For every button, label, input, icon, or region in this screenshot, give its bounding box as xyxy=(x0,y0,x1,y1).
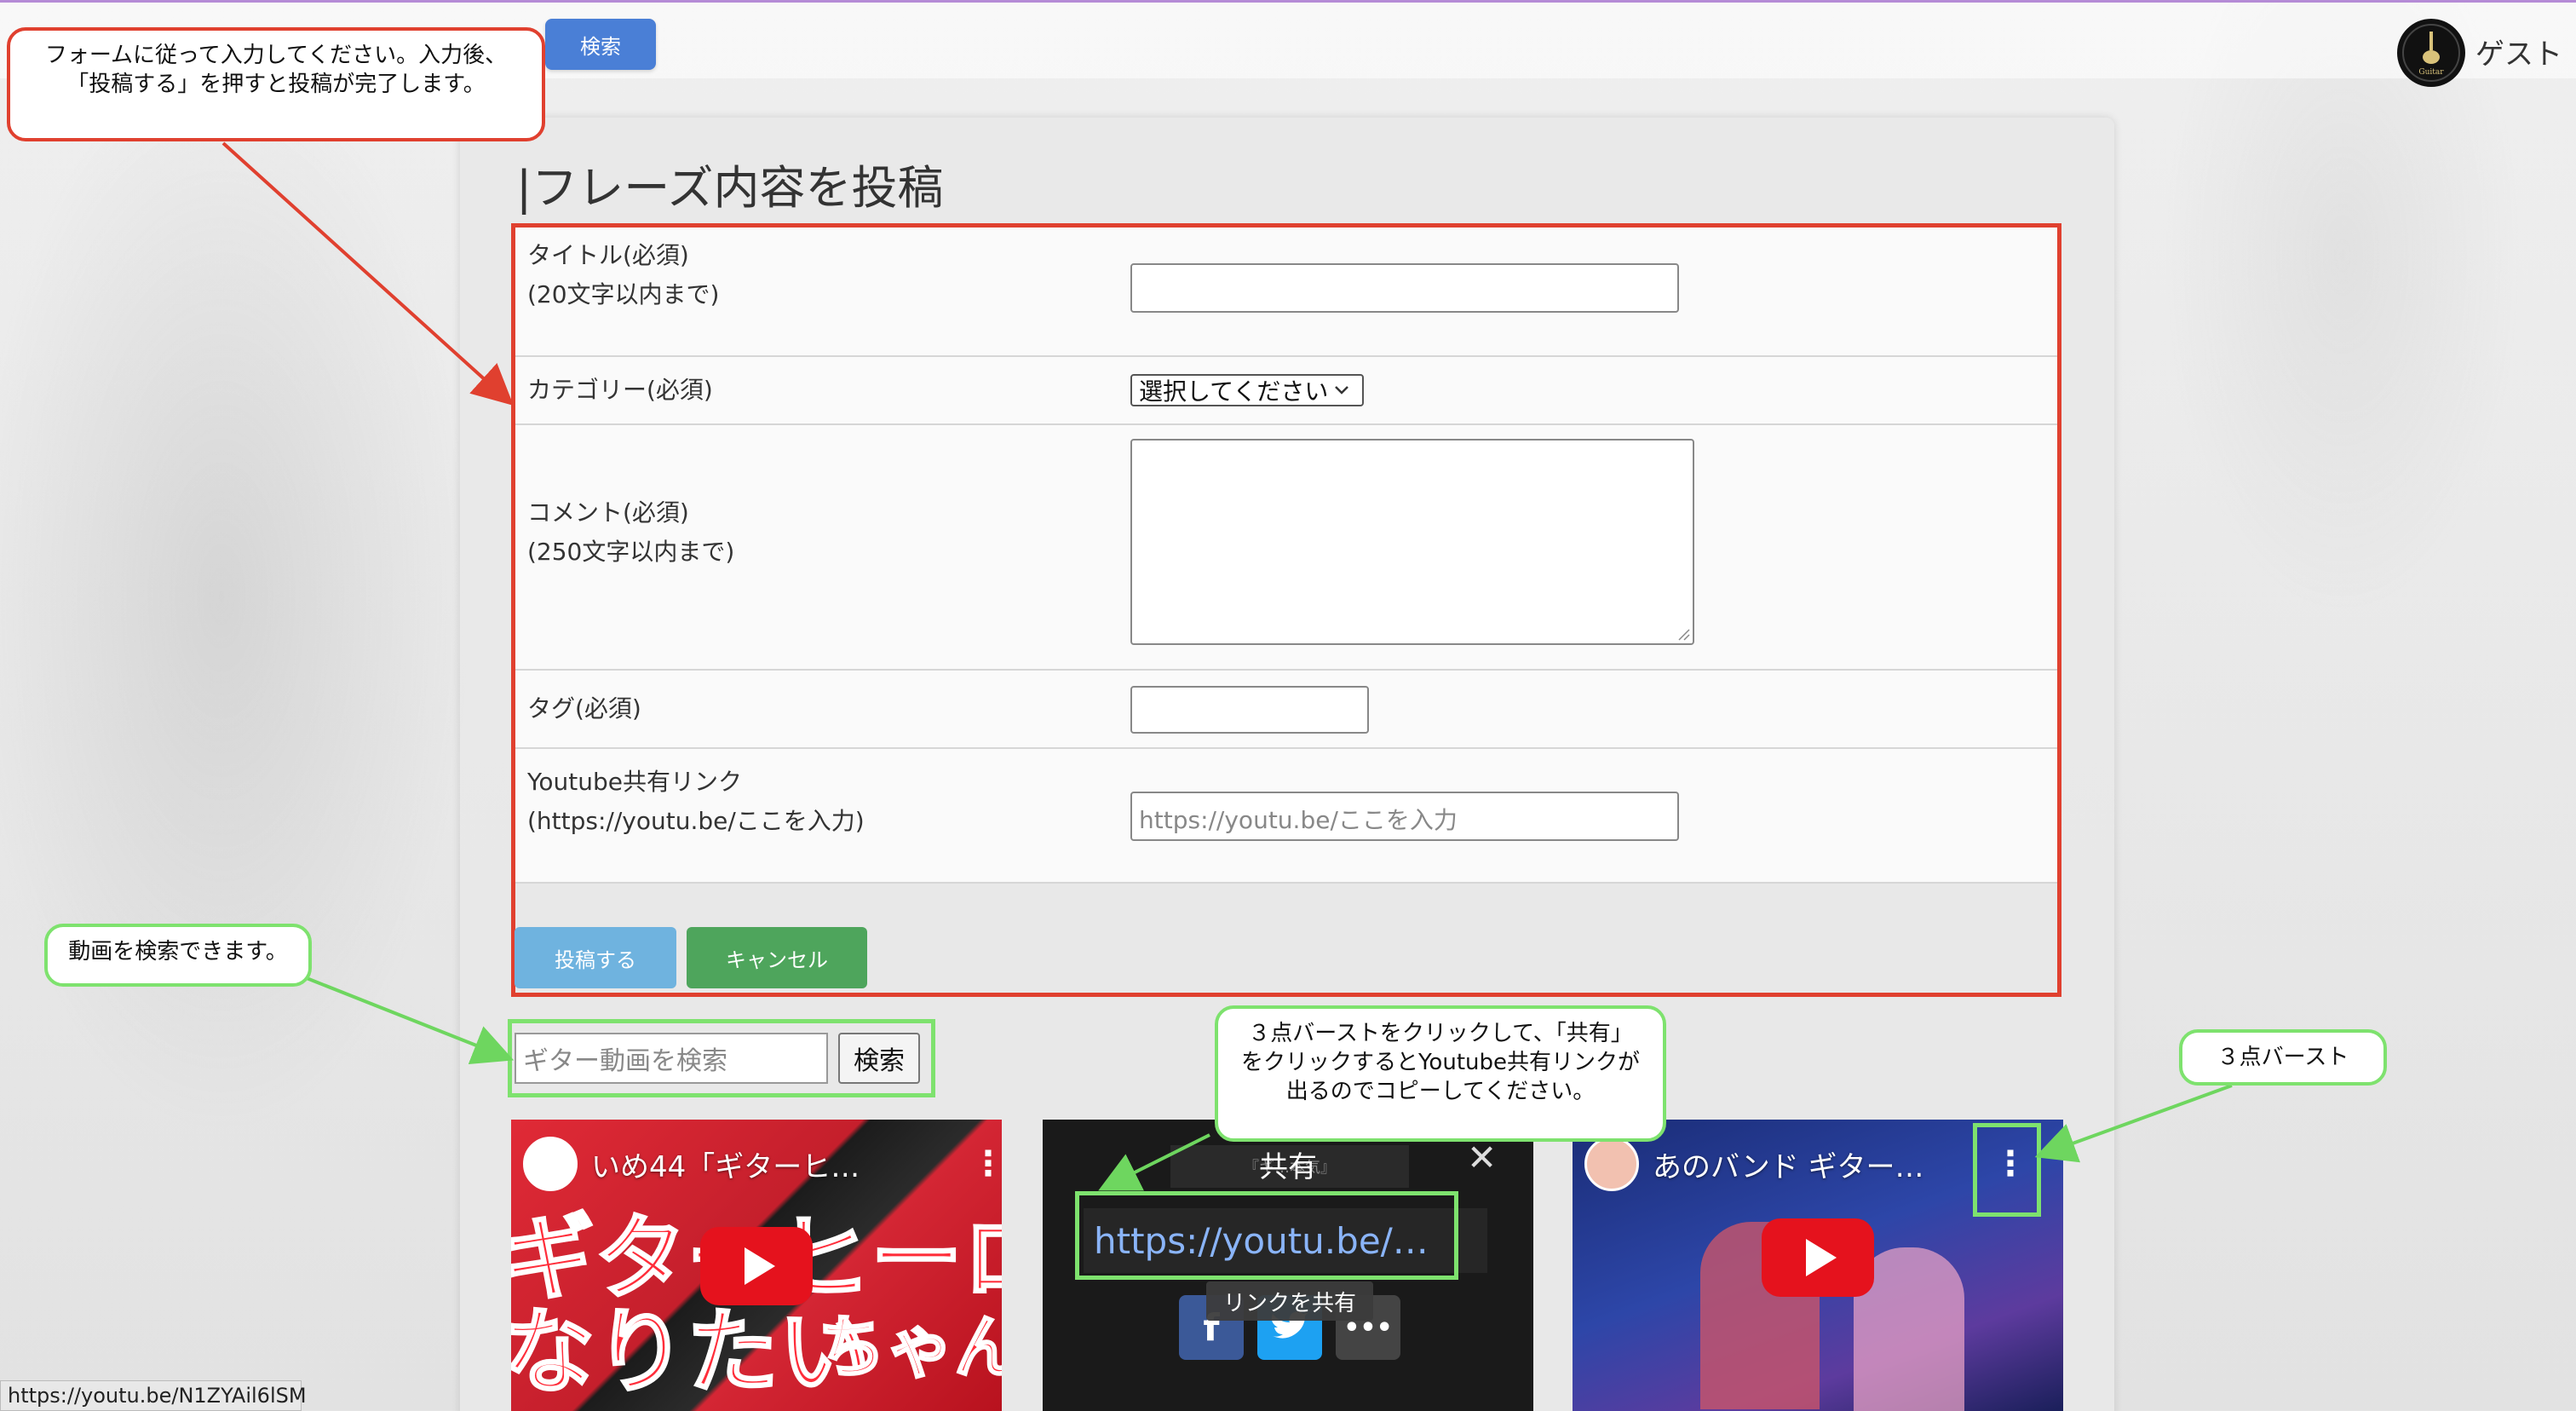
annotation-arrows xyxy=(221,141,2233,1191)
kebab-help-arrow xyxy=(2034,1084,2233,1163)
search-help-callout: 動画を検索できます。 xyxy=(44,924,312,987)
share-help-arrow xyxy=(1098,1133,1210,1191)
share-help-callout: ３点バーストをクリックして、「共有」 をクリックするとYoutube共有リンクが… xyxy=(1215,1005,1666,1142)
status-bar-url: https://youtu.be/N1ZYAil6lSM xyxy=(0,1380,307,1411)
form-help-arrow xyxy=(221,141,514,406)
search-help-arrow xyxy=(306,976,515,1065)
form-help-callout: フォームに従って入力してください。入力後、 「投稿する」を押すと投稿が完了します… xyxy=(7,27,545,141)
kebab-help-callout: ３点バースト xyxy=(2179,1029,2387,1086)
